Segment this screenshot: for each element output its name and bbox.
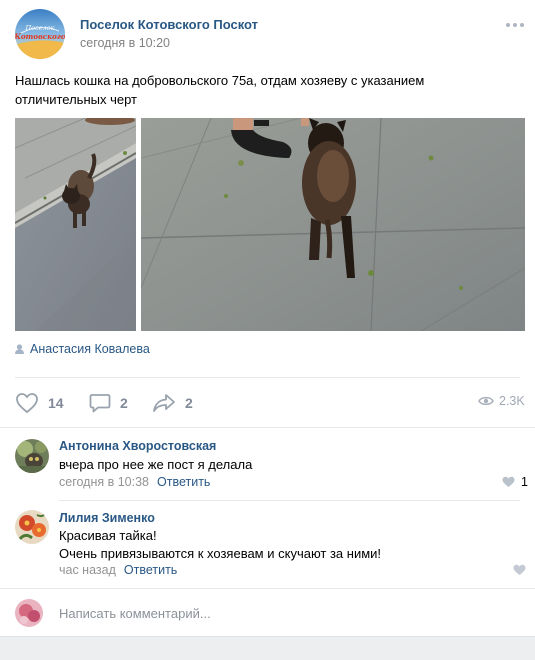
views-counter: 2.3K [478,394,525,408]
reply-button[interactable]: Ответить [157,475,210,489]
comment-like-button[interactable] [513,564,526,576]
views-count: 2.3K [499,394,525,408]
user-icon [15,344,24,354]
comment-text-line: Очень привязываются к хозяевам и скучают… [59,546,382,561]
post-text-line: отличительных черт [15,92,137,107]
divider [0,427,535,428]
like-button[interactable]: 14 [15,392,64,414]
heart-icon [16,393,38,414]
comment-meta: час назад Ответить [59,563,177,577]
divider [15,377,520,378]
eye-icon [478,396,494,406]
post-photo-1[interactable] [15,118,136,331]
group-logo-image: Поселок Котовского [15,9,65,59]
cat-photo-image [141,118,525,331]
comment-text-line: Красивая тайка! [59,528,157,543]
post-photo-2[interactable] [141,118,525,331]
comment-input[interactable] [59,604,509,622]
comment-icon [89,394,111,413]
post-text-line: Нашлась кошка на добровольского 75а, отд… [15,73,425,88]
cat-photo-image [15,118,136,331]
divider [59,500,520,501]
group-avatar[interactable]: Поселок Котовского [15,9,65,59]
comment-time[interactable]: сегодня в 10:38 [59,475,149,489]
divider [0,588,535,589]
comment-button[interactable]: 2 [89,392,128,414]
comment-meta: сегодня в 10:38 Ответить [59,475,210,489]
svg-text:Поселок: Поселок [24,24,54,32]
heart-icon [513,564,526,575]
comment-author[interactable]: Антонина Хворостовская [59,439,216,453]
signer-name: Анастасия Ковалева [30,342,150,356]
comment-author[interactable]: Лилия Зименко [59,511,155,525]
page-background-strip [0,636,535,660]
post-card: Поселок Котовского Поселок Котовского По… [0,0,535,636]
comment-text: вчера про нее же пост я делала [59,457,253,472]
post-date[interactable]: сегодня в 10:20 [80,36,170,50]
comment-like-count: 1 [521,475,528,489]
avatar-image [15,510,49,544]
share-icon [153,394,175,412]
reply-button[interactable]: Ответить [124,563,177,577]
comment-text: Красивая тайка! Очень привязываются к хо… [59,527,381,563]
avatar-image [15,439,49,473]
more-icon[interactable] [505,22,525,30]
avatar-image [15,599,43,627]
commenter-avatar[interactable] [15,510,49,544]
comment-count: 2 [120,395,128,411]
like-count: 14 [48,395,64,411]
share-button[interactable]: 2 [152,392,193,414]
heart-icon [502,476,515,487]
share-count: 2 [185,395,193,411]
comment-time[interactable]: час назад [59,563,116,577]
current-user-avatar[interactable] [15,599,43,627]
comment-like-button[interactable]: 1 [502,475,528,489]
post-text: Нашлась кошка на добровольского 75а, отд… [15,71,520,109]
commenter-avatar[interactable] [15,439,49,473]
group-name-link[interactable]: Поселок Котовского Поскот [80,17,258,32]
post-signer[interactable]: Анастасия Ковалева [15,342,150,356]
svg-text:Котовского: Котовского [15,32,65,41]
